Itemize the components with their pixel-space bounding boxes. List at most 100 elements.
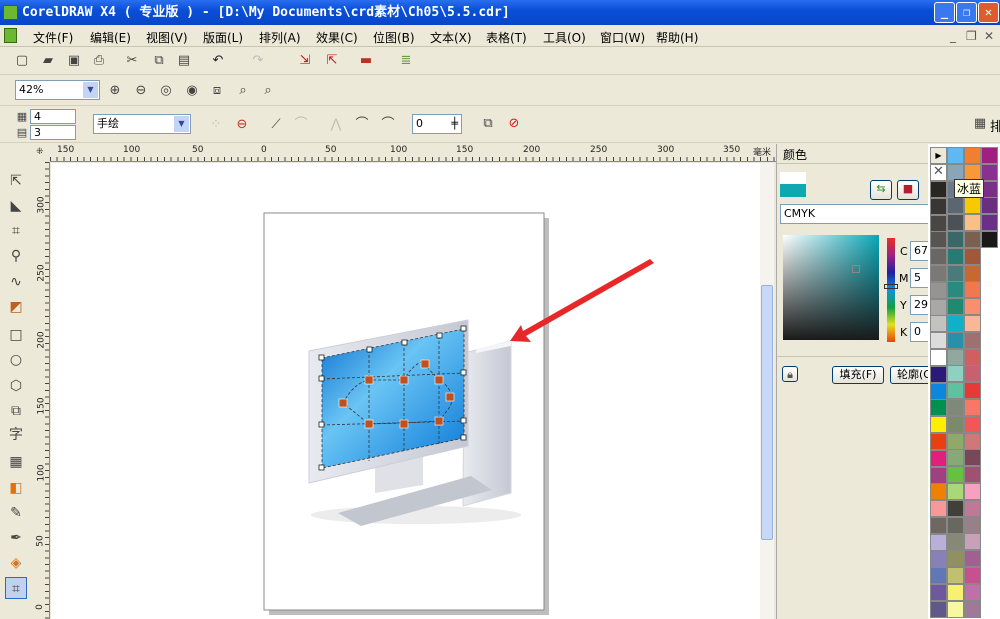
color-swatch[interactable] bbox=[964, 214, 981, 232]
color-swatch[interactable] bbox=[947, 315, 964, 332]
menu-table[interactable]: 表格(T) bbox=[486, 29, 527, 46]
color-swatch[interactable] bbox=[947, 533, 964, 551]
color-picker-area[interactable] bbox=[783, 235, 879, 340]
pick-tool-icon[interactable]: ⇱ bbox=[5, 170, 27, 192]
color-swatch[interactable] bbox=[930, 349, 947, 366]
color-swatch[interactable] bbox=[964, 533, 981, 551]
cyan-field[interactable]: 67 bbox=[910, 241, 930, 261]
color-swatch[interactable] bbox=[930, 298, 947, 316]
color-swatch[interactable] bbox=[964, 600, 981, 618]
color-viewer-button[interactable]: ■ bbox=[897, 180, 919, 200]
to-curve-icon[interactable]: ⌒ bbox=[293, 117, 309, 133]
zoom-width-icon[interactable]: ⌕ bbox=[235, 83, 251, 99]
spinner-icon[interactable]: ╪ bbox=[451, 115, 458, 133]
color-swatch[interactable] bbox=[930, 601, 947, 618]
color-swatch[interactable] bbox=[947, 483, 964, 500]
color-swatch[interactable] bbox=[964, 231, 981, 248]
color-swatch[interactable] bbox=[930, 567, 947, 585]
color-swatch[interactable] bbox=[964, 147, 981, 164]
delete-node-icon[interactable]: ⊖ bbox=[234, 117, 250, 133]
color-swatch[interactable] bbox=[964, 348, 981, 366]
menu-edit[interactable]: 编辑(E) bbox=[90, 29, 131, 46]
color-swatch[interactable] bbox=[930, 550, 947, 568]
color-swatch[interactable] bbox=[964, 399, 981, 416]
color-swatch[interactable] bbox=[930, 433, 947, 450]
maximize-button[interactable]: ❐ bbox=[956, 2, 977, 23]
smooth-node-icon[interactable]: ⌒ bbox=[354, 117, 370, 133]
color-swatch[interactable] bbox=[947, 214, 964, 232]
color-picker-marker[interactable] bbox=[852, 265, 860, 273]
minimize-button[interactable]: _ bbox=[934, 2, 955, 23]
menu-file[interactable]: 文件(F) bbox=[33, 29, 73, 46]
lock-icon[interactable]: 🔒︎ bbox=[782, 366, 798, 382]
color-swatch[interactable] bbox=[964, 550, 981, 568]
no-fill-icon[interactable]: ⊘ bbox=[506, 116, 522, 132]
doc-restore-button[interactable]: ❐ bbox=[966, 29, 977, 43]
rectangle-tool-icon[interactable]: □ bbox=[5, 324, 27, 346]
color-swatch[interactable] bbox=[964, 281, 981, 299]
interactive-blend-tool-icon[interactable]: ◧ bbox=[5, 477, 27, 499]
color-swatch[interactable] bbox=[930, 265, 947, 282]
color-model-select[interactable]: CMYK bbox=[780, 204, 930, 224]
close-button[interactable]: ✕ bbox=[978, 2, 999, 23]
color-swatch[interactable] bbox=[981, 147, 998, 164]
color-swatch[interactable] bbox=[964, 583, 981, 601]
color-swatch[interactable] bbox=[947, 382, 964, 400]
table-tool-icon[interactable]: ▦ bbox=[5, 451, 27, 473]
menu-effects[interactable]: 效果(C) bbox=[316, 29, 358, 46]
color-swatch[interactable] bbox=[964, 197, 981, 215]
fill-button[interactable]: 填充(F) bbox=[832, 366, 884, 384]
vertical-scrollbar[interactable] bbox=[760, 163, 774, 619]
outline-tool-icon[interactable]: ✒ bbox=[5, 527, 27, 549]
drawing-canvas[interactable] bbox=[51, 163, 760, 619]
color-swatch[interactable] bbox=[930, 466, 947, 484]
color-swatch[interactable] bbox=[964, 298, 981, 316]
menu-bitmaps[interactable]: 位图(B) bbox=[373, 29, 415, 46]
chevron-down-icon[interactable]: ▼ bbox=[174, 116, 189, 132]
color-swatch[interactable] bbox=[930, 197, 947, 215]
color-swatch[interactable] bbox=[930, 416, 947, 434]
crop-tool-icon[interactable]: ⌗ bbox=[5, 220, 27, 242]
color-swatch[interactable] bbox=[947, 365, 964, 383]
zoom-level-combo[interactable]: 42% ▼ bbox=[15, 80, 100, 100]
doc-close-button[interactable]: ✕ bbox=[984, 29, 994, 43]
color-swatch[interactable] bbox=[947, 600, 964, 618]
color-swatch[interactable] bbox=[981, 197, 998, 215]
color-swatch[interactable] bbox=[964, 567, 981, 584]
color-swatch[interactable] bbox=[930, 517, 947, 534]
yellow-field[interactable]: 29 bbox=[910, 295, 930, 315]
color-swatch[interactable] bbox=[964, 315, 981, 332]
color-swatch[interactable] bbox=[930, 231, 947, 249]
paste-icon[interactable]: ▤ bbox=[176, 53, 192, 69]
color-swatch[interactable] bbox=[947, 264, 964, 282]
redo-icon[interactable]: ↷ bbox=[250, 53, 266, 69]
color-swatch[interactable] bbox=[947, 550, 964, 568]
columns-field[interactable]: 4 bbox=[30, 109, 76, 124]
save-icon[interactable]: ▣ bbox=[66, 53, 82, 69]
color-swatch[interactable] bbox=[947, 298, 964, 316]
color-swatch[interactable] bbox=[947, 281, 964, 299]
horizontal-ruler[interactable]: ⁜ 150 100 50 0 50 100 150 200 250 300 35… bbox=[36, 144, 776, 162]
cusp-node-icon[interactable]: ⋀ bbox=[328, 117, 344, 133]
color-swatch[interactable] bbox=[947, 516, 964, 534]
print-icon[interactable]: ⎙ bbox=[91, 53, 107, 69]
color-swatch[interactable] bbox=[947, 432, 964, 450]
copy-icon[interactable]: ⧉ bbox=[151, 53, 167, 69]
color-swatch[interactable] bbox=[947, 399, 964, 416]
color-swatch[interactable] bbox=[930, 365, 947, 383]
color-swatch[interactable] bbox=[964, 432, 981, 450]
basic-shapes-tool-icon[interactable]: ⧉ bbox=[5, 400, 27, 422]
menu-view[interactable]: 视图(V) bbox=[146, 29, 188, 46]
zoom-page-icon[interactable]: ⧈ bbox=[209, 83, 225, 99]
magenta-field[interactable]: 5 bbox=[910, 268, 930, 288]
rows-field[interactable]: 3 bbox=[30, 125, 76, 140]
ruler-origin-icon[interactable]: ⁜ bbox=[36, 147, 44, 157]
color-swatch[interactable] bbox=[930, 248, 947, 266]
hue-slider-handle[interactable] bbox=[884, 284, 898, 289]
menu-text[interactable]: 文本(X) bbox=[430, 29, 472, 46]
color-swatch[interactable] bbox=[964, 415, 981, 433]
eyedropper-tool-icon[interactable]: ✎ bbox=[5, 502, 27, 524]
zoom-out-icon[interactable]: ⊖ bbox=[133, 83, 149, 99]
zoom-tool-icon[interactable]: ⚲ bbox=[5, 245, 27, 267]
color-swatch[interactable] bbox=[981, 214, 998, 232]
